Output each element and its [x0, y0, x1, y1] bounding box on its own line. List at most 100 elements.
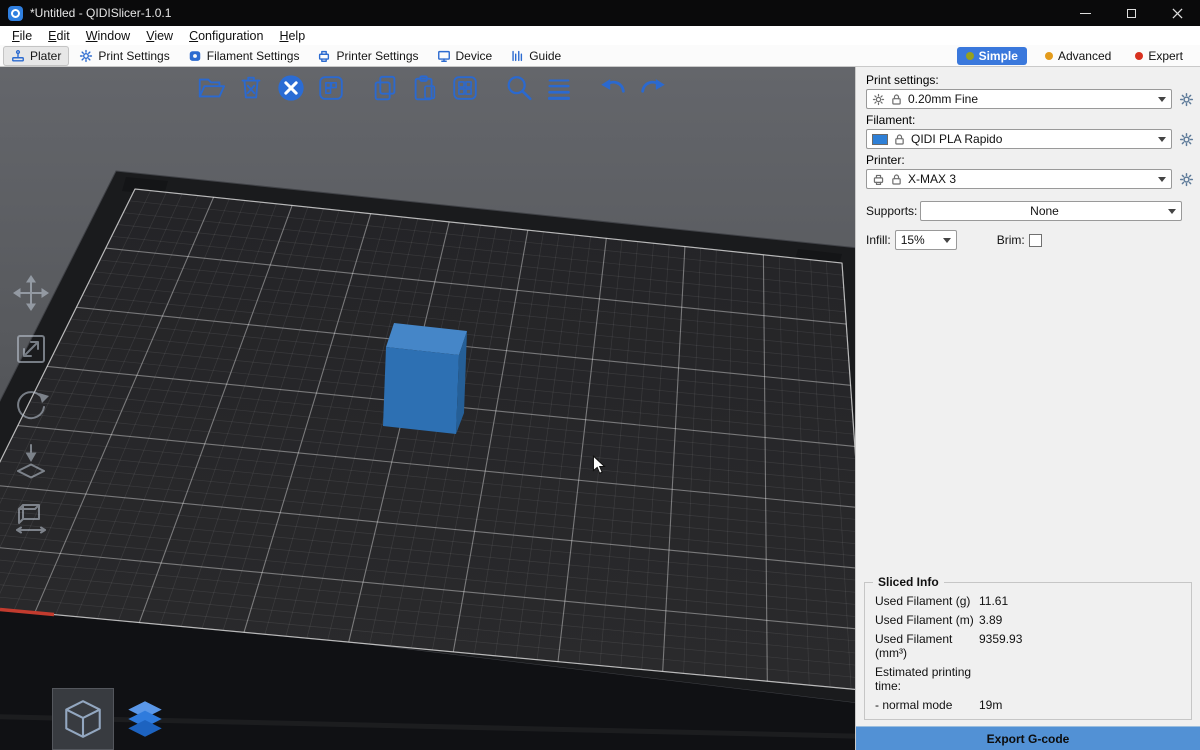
tab-label: Print Settings	[98, 49, 169, 63]
gear-icon	[1179, 172, 1194, 187]
sliced-info-title: Sliced Info	[873, 575, 944, 589]
lock-icon	[890, 93, 903, 106]
filament-icon	[188, 49, 202, 63]
sliced-value: 3.89	[979, 613, 1002, 627]
measure-gizmo-icon[interactable]	[10, 496, 52, 538]
menu-window[interactable]: Window	[78, 29, 138, 43]
main-area: Print settings: 0.20mm Fine Filament: QI…	[0, 67, 1200, 750]
filament-combo[interactable]: QIDI PLA Rapido	[866, 129, 1172, 149]
sliced-info-row: Estimated printing time:	[871, 662, 1185, 695]
paste-icon[interactable]	[409, 72, 441, 104]
print-settings-label: Print settings:	[866, 73, 1190, 87]
tab-label: Device	[456, 49, 493, 63]
search-icon[interactable]	[503, 72, 535, 104]
printer-gear-button[interactable]	[1176, 169, 1196, 189]
supports-row: Supports: None	[866, 201, 1196, 221]
split-icon[interactable]	[449, 72, 481, 104]
infill-label: Infill:	[866, 233, 891, 247]
app-window: *Untitled - QIDISlicer-1.0.1 FileEditWin…	[0, 0, 1200, 750]
infill-row: Infill: 15% Brim:	[866, 230, 1196, 250]
gear-icon	[79, 49, 93, 63]
print-settings-combo[interactable]: 0.20mm Fine	[866, 89, 1172, 109]
delete-icon[interactable]	[235, 72, 267, 104]
mode-advanced[interactable]: Advanced	[1039, 47, 1117, 65]
mode-dot-icon	[1045, 52, 1053, 60]
brim-checkbox[interactable]	[1029, 234, 1042, 247]
brim-label: Brim:	[997, 233, 1025, 247]
print-bed-scene[interactable]	[0, 67, 855, 750]
move-gizmo-icon[interactable]	[10, 272, 52, 314]
device-icon	[437, 49, 451, 63]
menu-file[interactable]: File	[4, 29, 40, 43]
sidebar: Print settings: 0.20mm Fine Filament: QI…	[855, 67, 1200, 750]
filament-gear-button[interactable]	[1176, 129, 1196, 149]
menu-help[interactable]: Help	[271, 29, 313, 43]
arrange-icon[interactable]	[315, 72, 347, 104]
toolbar-group	[369, 72, 481, 104]
menu-edit[interactable]: Edit	[40, 29, 78, 43]
preview-layers-view-button[interactable]	[114, 688, 176, 750]
tab-print-settings[interactable]: Print Settings	[71, 46, 177, 66]
window-title: *Untitled - QIDISlicer-1.0.1	[30, 6, 171, 20]
app-logo-icon	[8, 6, 23, 21]
sliced-label: Used Filament (m)	[875, 613, 979, 627]
print-settings-value: 0.20mm Fine	[908, 92, 978, 106]
mode-simple[interactable]: Simple	[957, 47, 1027, 65]
copy-icon[interactable]	[369, 72, 401, 104]
model-cube[interactable]	[383, 323, 467, 434]
undo-icon[interactable]	[597, 72, 629, 104]
mode-label: Expert	[1148, 49, 1183, 63]
delete-all-icon[interactable]	[275, 72, 307, 104]
3d-editor-view-button[interactable]	[52, 688, 114, 750]
tab-printer-settings[interactable]: Printer Settings	[309, 46, 426, 66]
infill-value: 15%	[901, 233, 925, 247]
scale-gizmo-icon[interactable]	[10, 328, 52, 370]
print-settings-gear-button[interactable]	[1176, 89, 1196, 109]
printer-combo[interactable]: X-MAX 3	[866, 169, 1172, 189]
sliced-info-row: Used Filament (m)3.89	[871, 610, 1185, 629]
export-gcode-button[interactable]: Export G-code	[856, 726, 1200, 750]
sliced-label: Estimated printing time:	[875, 665, 979, 693]
tab-device[interactable]: Device	[429, 46, 501, 66]
mode-dot-icon	[966, 52, 974, 60]
mode-dot-icon	[1135, 52, 1143, 60]
sliced-label: - normal mode	[875, 698, 979, 712]
close-button[interactable]	[1154, 0, 1200, 26]
tab-plater[interactable]: Plater	[3, 46, 69, 66]
toolbar-group	[503, 72, 575, 104]
sliced-info-row: - normal mode19m	[871, 695, 1185, 714]
rotate-gizmo-icon[interactable]	[10, 384, 52, 426]
dropdown-caret-icon	[1168, 209, 1176, 218]
viewport-3d[interactable]	[0, 67, 855, 750]
maximize-button[interactable]	[1108, 0, 1154, 26]
close-icon	[1172, 8, 1183, 19]
printer-value: X-MAX 3	[908, 172, 956, 186]
window-controls	[1062, 0, 1200, 26]
layers-icon[interactable]	[543, 72, 575, 104]
tab-label: Filament Settings	[207, 49, 300, 63]
printer-row: X-MAX 3	[866, 169, 1196, 189]
tabbar: Plater Print Settings Filament Settings Pri…	[0, 45, 1200, 67]
flatten-gizmo-icon[interactable]	[10, 440, 52, 482]
menubar: FileEditWindowViewConfigurationHelp	[0, 26, 1200, 45]
gear-icon	[1179, 92, 1194, 107]
sliced-label: Used Filament (mm³)	[875, 632, 979, 660]
mouse-cursor	[590, 455, 608, 475]
minimize-button[interactable]	[1062, 0, 1108, 26]
infill-combo[interactable]: 15%	[895, 230, 957, 250]
supports-combo[interactable]: None	[920, 201, 1182, 221]
view-mode-bar	[52, 688, 176, 750]
menu-view[interactable]: View	[138, 29, 181, 43]
plater-icon	[11, 49, 25, 63]
maximize-icon	[1127, 9, 1136, 18]
open-file-icon[interactable]	[195, 72, 227, 104]
dropdown-caret-icon	[1158, 177, 1166, 186]
tab-filament-settings[interactable]: Filament Settings	[180, 46, 308, 66]
tab-guide[interactable]: Guide	[502, 46, 569, 66]
sliced-info-row: Used Filament (mm³)9359.93	[871, 629, 1185, 662]
mode-expert[interactable]: Expert	[1129, 47, 1189, 65]
redo-icon[interactable]	[637, 72, 669, 104]
mode-switch: Simple Advanced Expert	[957, 47, 1197, 65]
filament-row: QIDI PLA Rapido	[866, 129, 1196, 149]
menu-configuration[interactable]: Configuration	[181, 29, 271, 43]
